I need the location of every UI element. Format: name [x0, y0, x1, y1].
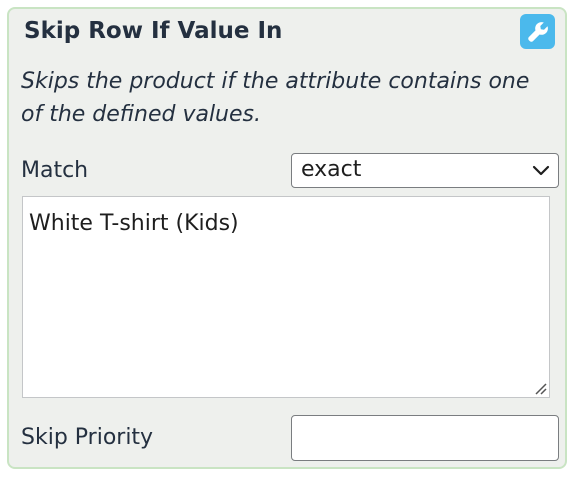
panel-description: Skips the product if the attribute conta…	[21, 69, 530, 127]
skip-priority-input[interactable]	[291, 415, 559, 461]
settings-button[interactable]	[520, 14, 555, 49]
match-select[interactable]: exact	[291, 153, 559, 188]
values-textarea[interactable]: White T-shirt (Kids)	[22, 196, 550, 398]
chevron-down-icon	[532, 165, 550, 176]
wrench-icon	[527, 21, 548, 42]
match-selected-value: exact	[301, 157, 362, 182]
match-label: Match	[21, 158, 89, 183]
panel-title: Skip Row If Value In	[24, 18, 283, 44]
values-textarea-text: White T-shirt (Kids)	[29, 211, 239, 236]
resize-handle-icon[interactable]	[533, 381, 547, 395]
skip-priority-label: Skip Priority	[21, 425, 154, 450]
skip-row-panel: Skip Row If Value In Skips the product i…	[7, 7, 567, 469]
